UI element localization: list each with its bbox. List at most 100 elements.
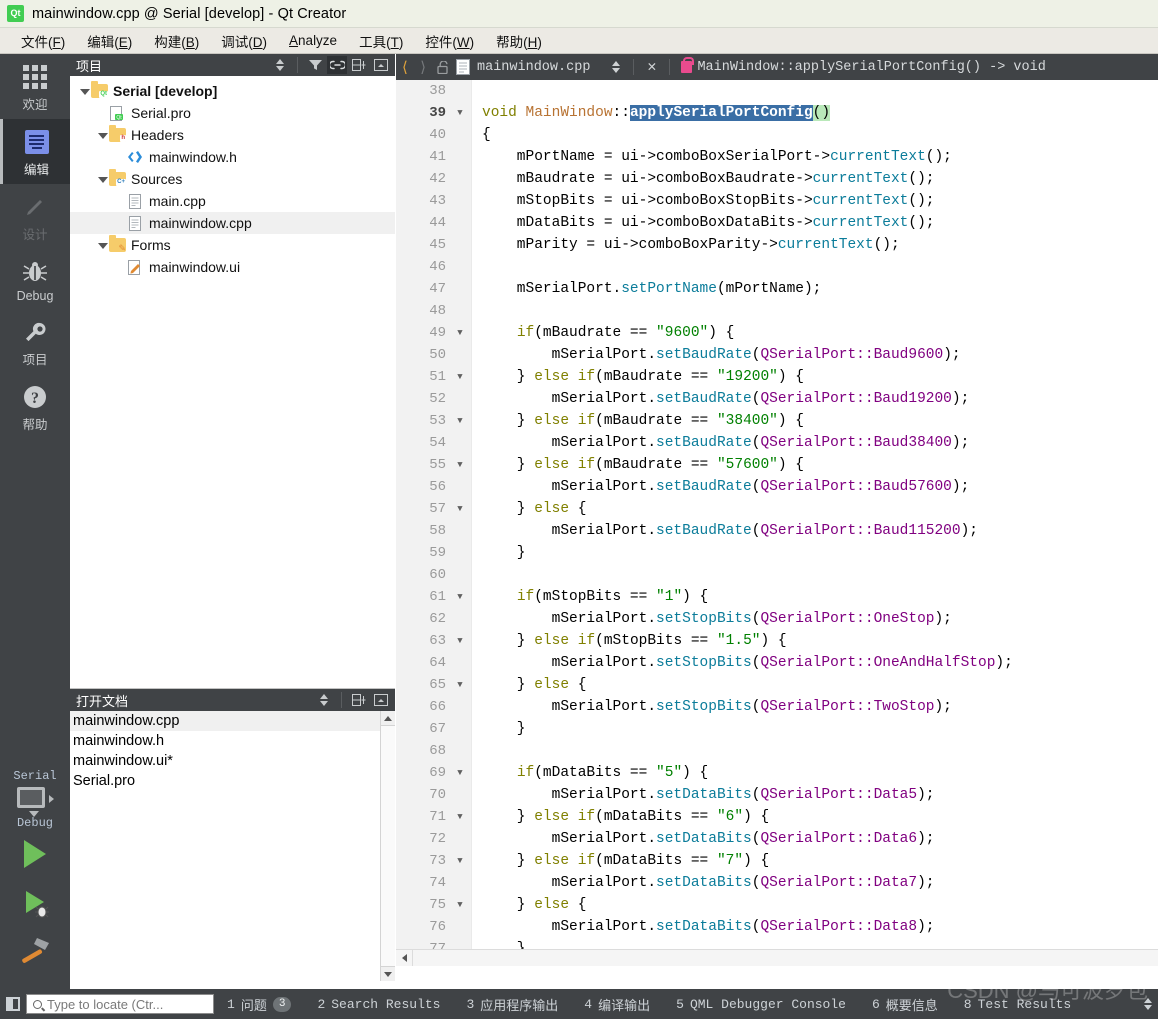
code-line[interactable]: 54 mSerialPort.setBaudRate(QSerialPort::… (396, 432, 1158, 454)
code-line[interactable]: 66 mSerialPort.setStopBits(QSerialPort::… (396, 696, 1158, 718)
debug-button[interactable] (0, 878, 70, 926)
open-document-item[interactable]: Serial.pro (70, 771, 395, 791)
code-line[interactable]: 75 ▼ } else { (396, 894, 1158, 916)
output-pane-selector-icon[interactable] (1144, 998, 1152, 1010)
toggle-sidebar-icon[interactable] (0, 989, 26, 1019)
code-line[interactable]: 47 mSerialPort.setPortName(mPortName); (396, 278, 1158, 300)
fold-marker-icon[interactable]: ▼ (448, 416, 472, 426)
fold-marker-icon[interactable]: ▼ (448, 504, 472, 514)
tree-item[interactable]: mainwindow.h (70, 146, 395, 168)
code-line[interactable]: 63 ▼ } else if(mStopBits == "1.5") { (396, 630, 1158, 652)
split-icon[interactable] (349, 691, 369, 709)
mode-design[interactable]: 设计 (0, 184, 70, 249)
symbol-breadcrumb[interactable]: MainWindow::applySerialPortConfig() -> v… (681, 57, 1046, 75)
locator-input[interactable]: Type to locate (Ctr... (26, 994, 214, 1014)
chevron-down-icon[interactable] (96, 239, 109, 252)
scroll-up-arrow[interactable] (381, 711, 395, 726)
code-line[interactable]: 59 } (396, 542, 1158, 564)
tree-item[interactable]: mainwindow.cpp (70, 212, 395, 234)
tree-item[interactable]: ✎ Forms (70, 234, 395, 256)
scroll-down-arrow[interactable] (381, 966, 395, 981)
tree-item[interactable]: C+ Sources (70, 168, 395, 190)
open-document-item[interactable]: mainwindow.ui* (70, 751, 395, 771)
code-lines[interactable]: 38 39 ▼ void MainWindow::applySerialPortCon… (396, 80, 1158, 966)
code-line[interactable]: 65 ▼ } else { (396, 674, 1158, 696)
fold-marker-icon[interactable]: ▼ (448, 680, 472, 690)
menu-item-8[interactable]: 帮助(H) (485, 28, 553, 54)
editor-document-selector-icon[interactable] (612, 61, 621, 73)
code-line[interactable]: 38 (396, 80, 1158, 102)
open-document-item[interactable]: mainwindow.cpp (70, 711, 395, 731)
open-documents-list[interactable]: mainwindow.cpp mainwindow.h mainwindow.ui*… (70, 711, 395, 981)
mode-projects[interactable]: 项目 (0, 309, 70, 374)
code-line[interactable]: 43 mStopBits = ui->comboBoxStopBits->cur… (396, 190, 1158, 212)
code-line[interactable]: 53 ▼ } else if(mBaudrate == "38400") { (396, 410, 1158, 432)
output-pane-button-5[interactable]: 5 QML Debugger Console (663, 997, 859, 1012)
code-line[interactable]: 72 mSerialPort.setDataBits(QSerialPort::… (396, 828, 1158, 850)
mode-help[interactable]: ? 帮助 (0, 374, 70, 439)
close-icon[interactable]: ✕ (647, 60, 656, 75)
sync-selector-icon[interactable] (270, 56, 290, 74)
tree-item[interactable]: Qt Serial.pro (70, 102, 395, 124)
fold-marker-icon[interactable]: ▼ (448, 768, 472, 778)
fold-marker-icon[interactable]: ▼ (448, 636, 472, 646)
code-line[interactable]: 42 mBaudrate = ui->comboBoxBaudrate->cur… (396, 168, 1158, 190)
code-line[interactable]: 62 mSerialPort.setStopBits(QSerialPort::… (396, 608, 1158, 630)
code-line[interactable]: 48 (396, 300, 1158, 322)
code-line[interactable]: 45 mParity = ui->comboBoxParity->current… (396, 234, 1158, 256)
code-line[interactable]: 56 mSerialPort.setBaudRate(QSerialPort::… (396, 476, 1158, 498)
code-line[interactable]: 64 mSerialPort.setStopBits(QSerialPort::… (396, 652, 1158, 674)
output-pane-button-8[interactable]: 8 Test Results (951, 997, 1084, 1012)
menu-item-1[interactable]: 文件(F) (10, 28, 76, 54)
menu-item-3[interactable]: 构建(B) (143, 28, 210, 54)
code-line[interactable]: 74 mSerialPort.setDataBits(QSerialPort::… (396, 872, 1158, 894)
filter-icon[interactable] (305, 56, 325, 74)
output-pane-button-3[interactable]: 3 应用程序输出 (453, 995, 571, 1014)
menu-item-6[interactable]: 工具(T) (348, 28, 414, 54)
chevron-left-icon[interactable]: ⟨ (396, 58, 414, 77)
chevron-down-icon[interactable] (78, 85, 91, 98)
code-line[interactable]: 58 mSerialPort.setBaudRate(QSerialPort::… (396, 520, 1158, 542)
link-icon[interactable] (327, 56, 347, 74)
fold-marker-icon[interactable]: ▼ (448, 900, 472, 910)
fold-marker-icon[interactable]: ▼ (448, 856, 472, 866)
code-line[interactable]: 67 } (396, 718, 1158, 740)
code-view[interactable]: 38 39 ▼ void MainWindow::applySerialPortCon… (396, 80, 1158, 966)
code-line[interactable]: 55 ▼ } else if(mBaudrate == "57600") { (396, 454, 1158, 476)
code-line[interactable]: 41 mPortName = ui->comboBoxSerialPort->c… (396, 146, 1158, 168)
open-document-item[interactable]: mainwindow.h (70, 731, 395, 751)
menu-item-4[interactable]: 调试(D) (210, 28, 278, 54)
tree-item[interactable]: Qt Serial [develop] (70, 80, 395, 102)
minimize-icon[interactable] (371, 691, 391, 709)
code-line[interactable]: 71 ▼ } else if(mDataBits == "6") { (396, 806, 1158, 828)
code-line[interactable]: 52 mSerialPort.setBaudRate(QSerialPort::… (396, 388, 1158, 410)
mode-edit[interactable]: 编辑 (0, 119, 70, 184)
code-line[interactable]: 60 (396, 564, 1158, 586)
code-line[interactable]: 69 ▼ if(mDataBits == "5") { (396, 762, 1158, 784)
tree-item[interactable]: h Headers (70, 124, 395, 146)
code-line[interactable]: 68 (396, 740, 1158, 762)
fold-marker-icon[interactable]: ▼ (448, 108, 472, 118)
fold-marker-icon[interactable]: ▼ (448, 592, 472, 602)
code-line[interactable]: 39 ▼ void MainWindow::applySerialPortConfi… (396, 102, 1158, 124)
fold-marker-icon[interactable]: ▼ (448, 372, 472, 382)
split-icon[interactable] (349, 56, 369, 74)
code-line[interactable]: 57 ▼ } else { (396, 498, 1158, 520)
scroll-left-arrow[interactable] (396, 949, 413, 966)
code-line[interactable]: 44 mDataBits = ui->comboBoxDataBits->cur… (396, 212, 1158, 234)
code-line[interactable]: 73 ▼ } else if(mDataBits == "7") { (396, 850, 1158, 872)
code-line[interactable]: 70 mSerialPort.setDataBits(QSerialPort::… (396, 784, 1158, 806)
open-documents-scrollbar[interactable] (380, 711, 395, 981)
output-pane-button-1[interactable]: 1 问题 3 (214, 995, 304, 1014)
chevron-down-icon[interactable] (96, 129, 109, 142)
fold-marker-icon[interactable]: ▼ (448, 460, 472, 470)
code-line[interactable]: 40 { (396, 124, 1158, 146)
code-line[interactable]: 50 mSerialPort.setBaudRate(QSerialPort::… (396, 344, 1158, 366)
kit-selector[interactable]: Serial Debug (0, 769, 70, 830)
sync-selector-icon[interactable] (314, 691, 334, 709)
code-line[interactable]: 76 mSerialPort.setDataBits(QSerialPort::… (396, 916, 1158, 938)
code-line[interactable]: 61 ▼ if(mStopBits == "1") { (396, 586, 1158, 608)
tree-item[interactable]: main.cpp (70, 190, 395, 212)
editor-horizontal-scrollbar[interactable] (396, 949, 1158, 966)
fold-marker-icon[interactable]: ▼ (448, 328, 472, 338)
